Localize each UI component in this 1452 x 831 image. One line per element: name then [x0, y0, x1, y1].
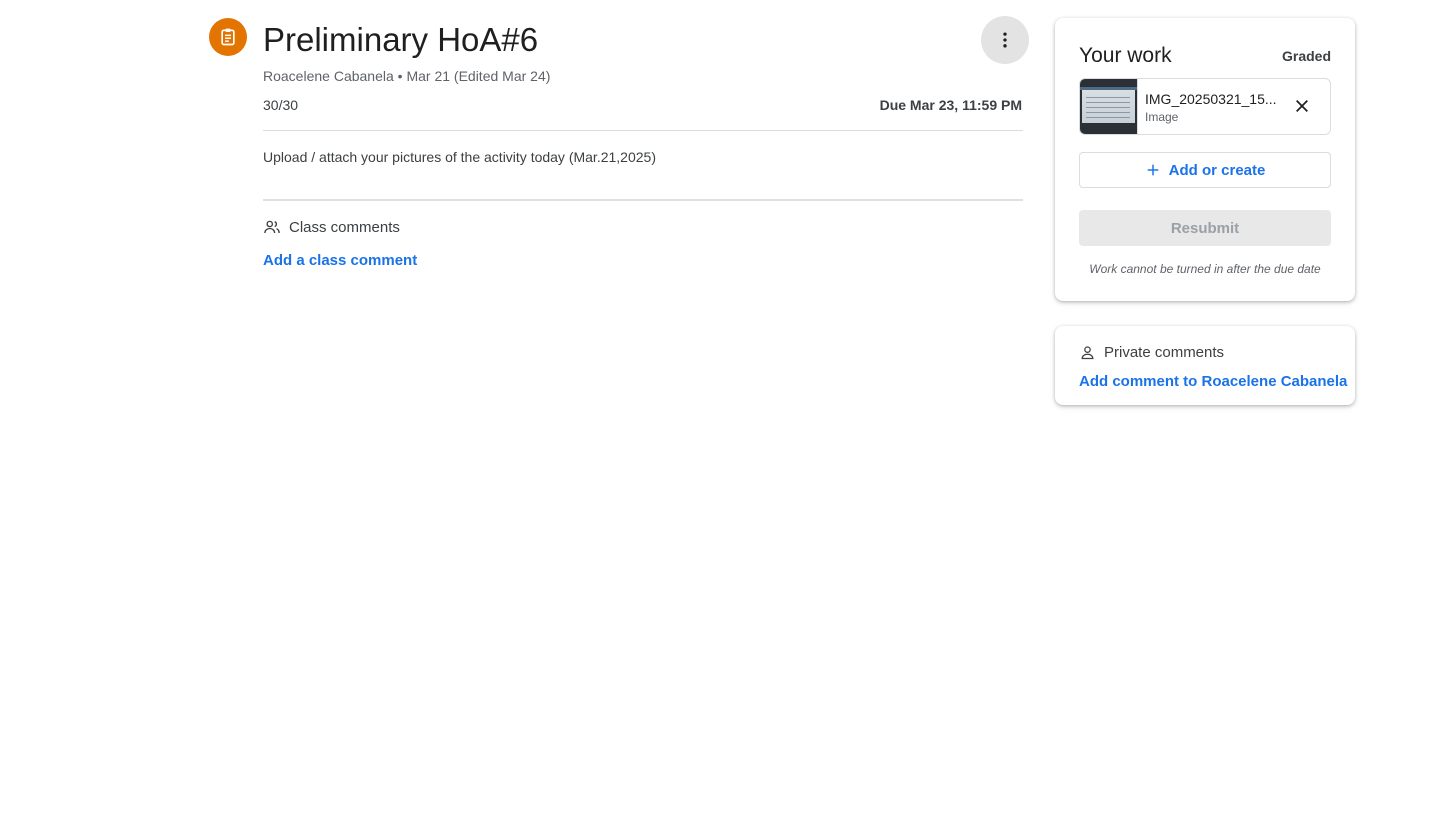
add-or-create-label: Add or create [1168, 161, 1266, 179]
close-icon [1296, 100, 1308, 112]
more-options-button[interactable] [981, 16, 1029, 64]
private-comments-label: Private comments [1104, 344, 1225, 361]
people-icon [264, 220, 280, 234]
add-or-create-button[interactable]: Add or create [1079, 152, 1331, 188]
more-vert-icon [1003, 32, 1007, 48]
status-badge: Graded [1281, 48, 1331, 64]
assignment-meta: Roacelene Cabanela • Mar 21 (Edited Mar … [263, 67, 550, 85]
private-comments-header: Private comments [1079, 344, 1224, 361]
posted-date: Mar 21 (Edited Mar 24) [406, 68, 551, 84]
private-comments-card: Private comments Add comment to Roacelen… [1055, 326, 1355, 405]
attachment-type: Image [1145, 110, 1179, 124]
your-work-title: Your work [1079, 44, 1172, 67]
assignment-icon [209, 18, 247, 56]
points-score: 30/30 [263, 97, 299, 113]
divider [263, 130, 1023, 131]
clipboard-icon [221, 28, 235, 46]
attachment-item[interactable]: IMG_20250321_15... Image [1079, 78, 1331, 135]
plus-icon [1147, 164, 1158, 176]
add-class-comment-link[interactable]: Add a class comment [263, 252, 417, 269]
due-date: Due Mar 23, 11:59 PM [879, 97, 1022, 113]
class-comments-label: Class comments [289, 218, 400, 236]
author-name: Roacelene Cabanela [263, 68, 394, 84]
assignment-description: Upload / attach your pictures of the act… [263, 149, 656, 165]
your-work-card: Your work Graded IMG_20250321_15... Imag… [1055, 18, 1355, 301]
person-icon [1081, 346, 1094, 360]
attachment-thumbnail [1080, 79, 1138, 134]
divider [263, 199, 1023, 201]
attachment-name: IMG_20250321_15... [1145, 91, 1277, 107]
due-date-note: Work cannot be turned in after the due d… [1089, 262, 1321, 276]
class-comments-header: Class comments [263, 218, 400, 236]
resubmit-button[interactable]: Resubmit [1079, 210, 1331, 246]
page-title: Preliminary HoA#6 [263, 21, 539, 58]
remove-attachment-button[interactable] [1292, 96, 1312, 116]
meta-separator: • [397, 68, 403, 84]
add-private-comment-link[interactable]: Add comment to Roacelene Cabanela [1079, 373, 1347, 390]
